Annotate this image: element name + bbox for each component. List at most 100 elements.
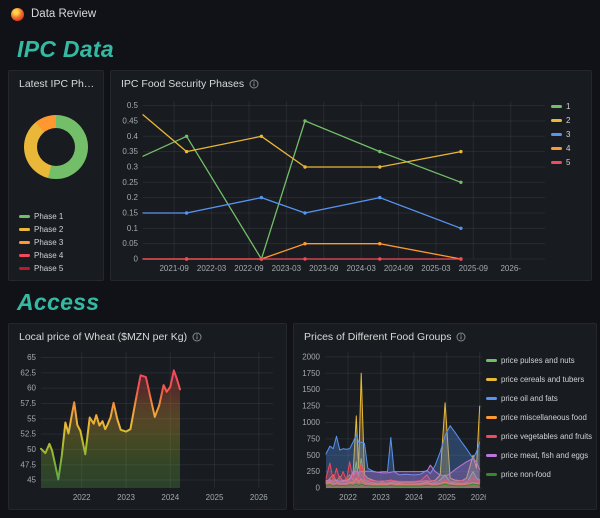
legend-swatch: [486, 435, 497, 438]
section-heading-ipc-data: IPC Data: [17, 36, 600, 63]
info-icon[interactable]: [249, 79, 259, 89]
panel-title[interactable]: Prices of Different Food Groups: [304, 331, 451, 343]
panel-title[interactable]: Latest IPC Phase D...: [19, 78, 95, 90]
svg-text:0.25: 0.25: [122, 178, 138, 187]
svg-text:500: 500: [307, 451, 321, 460]
legend-item[interactable]: 1: [551, 102, 581, 111]
svg-text:0.15: 0.15: [122, 209, 138, 218]
legend-swatch: [486, 473, 497, 476]
svg-text:0.35: 0.35: [122, 147, 138, 156]
svg-text:0.5: 0.5: [127, 101, 139, 110]
svg-text:2023-03: 2023-03: [272, 264, 302, 273]
svg-text:2025: 2025: [206, 493, 224, 502]
svg-text:55: 55: [27, 414, 36, 423]
svg-text:2025-03: 2025-03: [421, 264, 451, 273]
panel-header: Local price of Wheat ($MZN per Kg): [9, 324, 286, 344]
legend-item[interactable]: price miscellaneous food: [486, 413, 594, 422]
legend-label: 3: [566, 130, 570, 139]
panel-ipc-food-security-phases: IPC Food Security Phases 0 0.05 0.1 0.15 0.2…: [110, 70, 592, 281]
panel-header: Prices of Different Food Groups: [294, 324, 596, 344]
legend-item[interactable]: 3: [551, 130, 581, 139]
legend-swatch: [551, 119, 562, 122]
legend-item[interactable]: price oil and fats: [486, 394, 594, 403]
svg-text:2026: 2026: [250, 493, 268, 502]
legend-item[interactable]: 5: [551, 158, 581, 167]
legend-label: price non-food: [501, 470, 551, 479]
legend-swatch: [19, 254, 30, 257]
legend-label: price cereals and tubers: [501, 375, 584, 384]
legend-item[interactable]: 4: [551, 144, 581, 153]
legend-label: 4: [566, 144, 570, 153]
legend-item[interactable]: 2: [551, 116, 581, 125]
svg-text:1000: 1000: [302, 418, 320, 427]
legend-label: 2: [566, 116, 570, 125]
legend-item[interactable]: Phase 4: [19, 251, 99, 260]
chart-row: 0250500750100012501500175020002022202320…: [294, 344, 596, 506]
legend-swatch: [486, 454, 497, 457]
svg-text:2023-09: 2023-09: [309, 264, 339, 273]
legend-label: Phase 1: [34, 212, 63, 221]
svg-text:57.5: 57.5: [20, 399, 36, 408]
info-icon[interactable]: [456, 332, 466, 342]
ipc-phases-line-chart[interactable]: 00.050.10.150.20.250.30.350.40.450.52021…: [115, 93, 551, 277]
ipc-phase-donut-chart[interactable]: [24, 115, 88, 179]
donut-legend: Phase 1 Phase 2 Phase 3 Phase 4 Phase 5: [19, 212, 99, 273]
panel-food-group-prices: Prices of Different Food Groups 02505007…: [293, 323, 597, 510]
svg-text:2024: 2024: [405, 493, 423, 502]
legend-item[interactable]: price meat, fish and eggs: [486, 451, 594, 460]
panel-title[interactable]: IPC Food Security Phases: [121, 78, 244, 90]
panel-latest-ipc-phase: Latest IPC Phase D... Phase 1Phase 2Phas…: [8, 70, 104, 281]
legend-item[interactable]: price vegetables and fruits: [486, 432, 594, 441]
legend-item[interactable]: price cereals and tubers: [486, 375, 594, 384]
legend-item[interactable]: price pulses and nuts: [486, 356, 594, 365]
legend-item[interactable]: Phase 5: [19, 264, 99, 273]
legend-item[interactable]: Phase 1: [19, 212, 63, 221]
app-header: Data Review: [0, 0, 600, 28]
svg-text:2026: 2026: [471, 493, 486, 502]
legend-item[interactable]: price non-food: [486, 470, 594, 479]
svg-text:2022: 2022: [339, 493, 357, 502]
svg-text:47.5: 47.5: [20, 460, 36, 469]
panel-wheat-price: Local price of Wheat ($MZN per Kg) 4547.…: [8, 323, 287, 510]
legend-swatch: [19, 241, 30, 244]
legend-swatch: [19, 228, 30, 231]
svg-text:2023: 2023: [372, 493, 390, 502]
svg-text:250: 250: [307, 467, 321, 476]
row-ipc: Latest IPC Phase D... Phase 1Phase 2Phas…: [8, 70, 592, 281]
svg-text:60: 60: [27, 384, 36, 393]
svg-text:0.45: 0.45: [122, 117, 138, 126]
svg-text:0.1: 0.1: [127, 224, 139, 233]
donut-hole: [37, 128, 75, 166]
legend-swatch: [486, 359, 497, 362]
legend-label: 1: [566, 102, 570, 111]
legend-label: price miscellaneous food: [501, 413, 587, 422]
legend-item[interactable]: Phase 2: [19, 225, 63, 234]
svg-text:1500: 1500: [302, 385, 320, 394]
svg-text:0.2: 0.2: [127, 193, 139, 202]
food-groups-area-chart[interactable]: 0250500750100012501500175020002022202320…: [298, 346, 486, 506]
svg-text:2024: 2024: [161, 493, 179, 502]
wheat-price-chart[interactable]: 4547.55052.55557.56062.56520222023202420…: [9, 344, 286, 506]
panel-header: IPC Food Security Phases: [111, 71, 591, 91]
legend-label: Phase 3: [34, 238, 63, 247]
legend-label: Phase 2: [34, 225, 63, 234]
legend-swatch: [19, 267, 30, 270]
svg-text:0: 0: [316, 484, 321, 493]
svg-text:0.05: 0.05: [122, 239, 138, 248]
svg-text:0: 0: [134, 255, 139, 264]
svg-text:2022-03: 2022-03: [197, 264, 227, 273]
svg-text:2025-09: 2025-09: [459, 264, 489, 273]
svg-text:2026-: 2026-: [500, 264, 521, 273]
panel-title[interactable]: Local price of Wheat ($MZN per Kg): [19, 331, 187, 343]
legend-label: price oil and fats: [501, 394, 558, 403]
legend-item[interactable]: Phase 3: [19, 238, 99, 247]
legend-swatch: [486, 416, 497, 419]
grafana-logo-icon[interactable]: [11, 8, 24, 21]
legend-swatch: [551, 147, 562, 150]
legend-label: Phase 5: [34, 264, 63, 273]
legend-swatch: [551, 133, 562, 136]
svg-text:2024-03: 2024-03: [346, 264, 376, 273]
info-icon[interactable]: [192, 332, 202, 342]
svg-text:65: 65: [27, 353, 36, 362]
legend-label: price vegetables and fruits: [501, 432, 592, 441]
